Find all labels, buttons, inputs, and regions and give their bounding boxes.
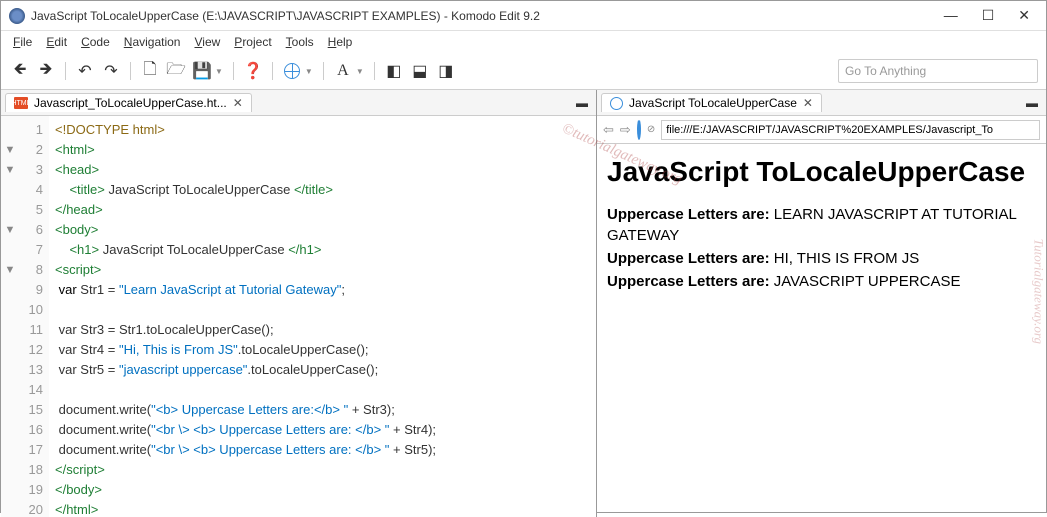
output-line: Uppercase Letters are: HI, THIS IS FROM … [607,248,1036,269]
app-icon [9,8,25,24]
menu-file[interactable]: File [7,33,38,51]
fold-icon[interactable]: ▼ [1,260,19,280]
menu-tools[interactable]: Tools [280,33,320,51]
toolbar: 🡸 🡺 ↶ ↷ 🗋 🗁 💾 ▼ ❓ ▼ A ▼ ◧ ⬓ ◨ Go To Anyt… [1,53,1046,90]
help-button[interactable]: ❓ [242,60,264,82]
editor-tab-label: Javascript_ToLocaleUpperCase.ht... [34,96,227,110]
menu-code[interactable]: Code [75,33,116,51]
separator [272,62,273,80]
minimize-button[interactable]: — [944,7,958,24]
browser-toolbar: ⇦ ⇨ ⊘ file:///E:/JAVASCRIPT/JAVASCRIPT%2… [597,116,1046,144]
separator [130,62,131,80]
menu-bar: File Edit Code Navigation View Project T… [1,31,1046,53]
save-button[interactable]: 💾 [191,60,213,82]
separator [374,62,375,80]
tab-list-menu-icon[interactable]: ▬ [1022,96,1042,110]
font-button[interactable]: A [332,60,354,82]
page-heading: JavaScript ToLocaleUpperCase [607,156,1036,188]
new-file-button[interactable]: 🗋 [139,60,161,82]
panel-bottom-button[interactable]: ⬓ [409,60,431,82]
preview-tab-label: JavaScript ToLocaleUpperCase [629,96,797,110]
panel-right-button[interactable]: ◨ [435,60,457,82]
open-file-button[interactable]: 🗁 [165,60,187,82]
fold-icon[interactable]: ▼ [1,220,19,240]
globe-icon [610,97,623,110]
output-line: Uppercase Letters are: LEARN JAVASCRIPT … [607,204,1036,246]
menu-edit[interactable]: Edit [40,33,73,51]
panel-left-button[interactable]: ◧ [383,60,405,82]
preview-pane: JavaScript ToLocaleUpperCase ✕ ▬ ⇦ ⇨ ⊘ f… [597,90,1046,517]
tab-list-menu-icon[interactable]: ▬ [572,96,592,110]
line-number-gutter: 1 2 3 4 5 6 7 8 9 10 11 12 13 14 15 16 1… [19,116,49,517]
fold-icon[interactable]: ▼ [1,140,19,160]
editor-tab[interactable]: HTML Javascript_ToLocaleUpperCase.ht... … [5,93,252,112]
font-dropdown-icon[interactable]: ▼ [356,67,364,76]
save-dropdown-icon[interactable]: ▼ [215,67,223,76]
close-tab-icon[interactable]: ✕ [803,96,813,110]
stop-button[interactable]: ⊘ [647,124,655,135]
html-file-icon: HTML [14,97,28,109]
menu-project[interactable]: Project [228,33,277,51]
code-content[interactable]: <!DOCTYPE html> <html> <head> <title> Ja… [49,116,596,517]
menu-help[interactable]: Help [322,33,359,51]
maximize-button[interactable]: ☐ [982,7,995,24]
forward-button[interactable]: 🡺 [35,60,57,82]
goto-input[interactable]: Go To Anything [838,59,1038,83]
editor-pane: HTML Javascript_ToLocaleUpperCase.ht... … [1,90,597,517]
preview-content: ©tutorialgateway.org JavaScript ToLocale… [597,144,1046,517]
back-button[interactable]: 🡸 [9,60,31,82]
output-line: Uppercase Letters are: JAVASCRIPT UPPERC… [607,271,1036,292]
separator [65,62,66,80]
browser-preview-button[interactable] [281,60,303,82]
undo-button[interactable]: ↶ [74,60,96,82]
reload-icon [637,119,641,140]
browser-back-button[interactable]: ⇦ [603,122,614,138]
globe-icon [284,63,300,79]
preview-tab[interactable]: JavaScript ToLocaleUpperCase ✕ [601,93,822,112]
window-title: JavaScript ToLocaleUpperCase (E:\JAVASCR… [31,9,944,23]
separator [323,62,324,80]
main-split: HTML Javascript_ToLocaleUpperCase.ht... … [1,90,1046,517]
browser-forward-button[interactable]: ⇨ [620,122,631,138]
title-bar: JavaScript ToLocaleUpperCase (E:\JAVASCR… [1,1,1046,31]
preview-tab-bar: JavaScript ToLocaleUpperCase ✕ ▬ [597,90,1046,116]
close-button[interactable]: ✕ [1018,7,1030,24]
address-bar[interactable]: file:///E:/JAVASCRIPT/JAVASCRIPT%20EXAMP… [661,120,1040,140]
redo-button[interactable]: ↷ [100,60,122,82]
code-editor[interactable]: ▼ ▼ ▼ ▼ 1 2 3 4 5 6 7 8 9 10 11 12 [1,116,596,517]
editor-tab-bar: HTML Javascript_ToLocaleUpperCase.ht... … [1,90,596,116]
menu-navigation[interactable]: Navigation [118,33,187,51]
reload-button[interactable] [637,121,641,139]
window-controls: — ☐ ✕ [944,7,1038,24]
close-tab-icon[interactable]: ✕ [233,96,243,110]
menu-view[interactable]: View [188,33,226,51]
fold-icon[interactable]: ▼ [1,160,19,180]
preview-dropdown-icon[interactable]: ▼ [305,67,313,76]
fold-column: ▼ ▼ ▼ ▼ [1,116,19,517]
separator [233,62,234,80]
